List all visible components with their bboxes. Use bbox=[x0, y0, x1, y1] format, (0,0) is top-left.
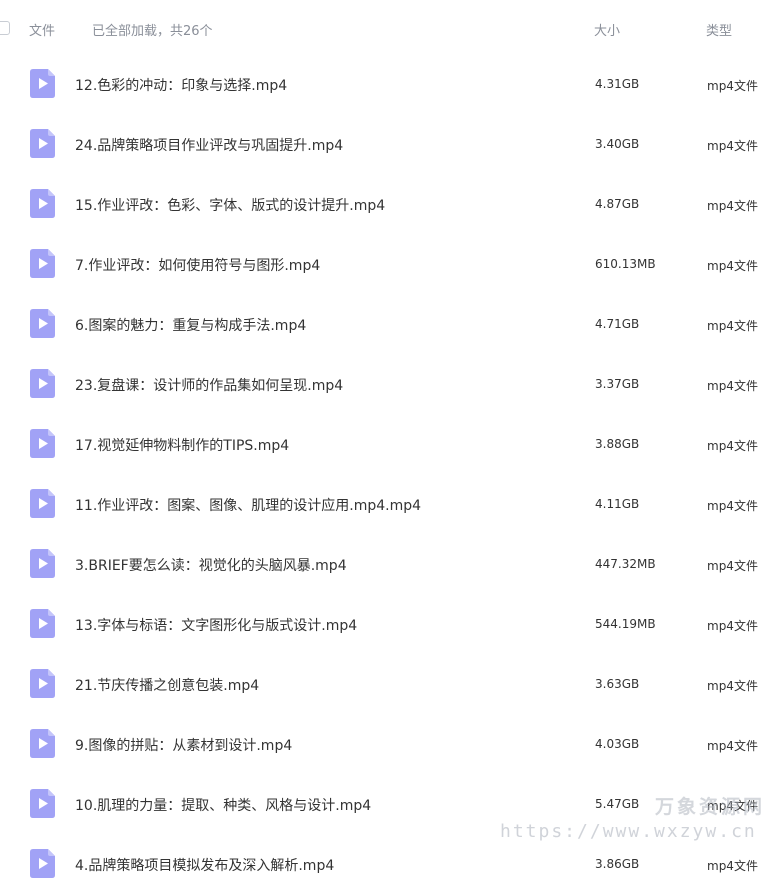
file-size: 3.88GB bbox=[595, 437, 640, 451]
file-row[interactable]: 3.BRIEF要怎么读：视觉化的头脑风暴.mp4 447.32MB mp4文件 bbox=[0, 534, 770, 594]
video-file-icon bbox=[30, 129, 55, 158]
column-header-size[interactable]: 大小 bbox=[594, 20, 620, 39]
file-name[interactable]: 24.品牌策略项目作业评改与巩固提升.mp4 bbox=[75, 135, 343, 155]
file-row[interactable]: 7.作业评改：如何使用符号与图形.mp4 610.13MB mp4文件 bbox=[0, 234, 770, 294]
file-name[interactable]: 13.字体与标语：文字图形化与版式设计.mp4 bbox=[75, 615, 357, 635]
video-file-icon bbox=[30, 789, 55, 818]
file-row[interactable]: 11.作业评改：图案、图像、肌理的设计应用.mp4.mp4 4.11GB mp4文件 bbox=[0, 474, 770, 534]
file-size: 4.71GB bbox=[595, 317, 640, 331]
file-name[interactable]: 17.视觉延伸物料制作的TIPS.mp4 bbox=[75, 435, 289, 455]
file-type: mp4文件 bbox=[707, 499, 758, 513]
file-size: 3.86GB bbox=[595, 857, 640, 871]
file-name[interactable]: 9.图像的拼贴：从素材到设计.mp4 bbox=[75, 735, 292, 755]
video-file-icon bbox=[30, 429, 55, 458]
file-name[interactable]: 3.BRIEF要怎么读：视觉化的头脑风暴.mp4 bbox=[75, 555, 347, 575]
video-file-icon bbox=[30, 249, 55, 278]
file-size: 610.13MB bbox=[595, 257, 656, 271]
file-row[interactable]: 21.节庆传播之创意包装.mp4 3.63GB mp4文件 bbox=[0, 654, 770, 714]
file-list-header: 文件 已全部加载，共26个 大小 类型 bbox=[0, 0, 770, 56]
file-type: mp4文件 bbox=[707, 739, 758, 753]
file-name[interactable]: 4.品牌策略项目模拟发布及深入解析.mp4 bbox=[75, 855, 334, 875]
file-name[interactable]: 7.作业评改：如何使用符号与图形.mp4 bbox=[75, 255, 320, 275]
file-size: 3.63GB bbox=[595, 677, 640, 691]
file-type: mp4文件 bbox=[707, 319, 758, 333]
video-file-icon bbox=[30, 729, 55, 758]
file-size: 3.37GB bbox=[595, 377, 640, 391]
column-header-file[interactable]: 文件 bbox=[29, 20, 55, 39]
file-row[interactable]: 17.视觉延伸物料制作的TIPS.mp4 3.88GB mp4文件 bbox=[0, 414, 770, 474]
file-list: 12.色彩的冲动：印象与选择.mp4 4.31GB mp4文件 24.品牌策略项目作业… bbox=[0, 54, 770, 894]
video-file-icon bbox=[30, 609, 55, 638]
file-row[interactable]: 12.色彩的冲动：印象与选择.mp4 4.31GB mp4文件 bbox=[0, 54, 770, 114]
file-row[interactable]: 6.图案的魅力：重复与构成手法.mp4 4.71GB mp4文件 bbox=[0, 294, 770, 354]
video-file-icon bbox=[30, 849, 55, 878]
file-row[interactable]: 10.肌理的力量：提取、种类、风格与设计.mp4 5.47GB mp4文件 bbox=[0, 774, 770, 834]
file-size: 3.40GB bbox=[595, 137, 640, 151]
load-status-text: 已全部加载，共26个 bbox=[92, 24, 213, 39]
file-type: mp4文件 bbox=[707, 439, 758, 453]
video-file-icon bbox=[30, 309, 55, 338]
file-name[interactable]: 6.图案的魅力：重复与构成手法.mp4 bbox=[75, 315, 306, 335]
file-type: mp4文件 bbox=[707, 259, 758, 273]
file-size: 544.19MB bbox=[595, 617, 656, 631]
file-size: 4.11GB bbox=[595, 497, 640, 511]
file-type: mp4文件 bbox=[707, 679, 758, 693]
file-name[interactable]: 10.肌理的力量：提取、种类、风格与设计.mp4 bbox=[75, 795, 371, 815]
file-type: mp4文件 bbox=[707, 79, 758, 93]
file-size: 4.31GB bbox=[595, 77, 640, 91]
file-name[interactable]: 15.作业评改：色彩、字体、版式的设计提升.mp4 bbox=[75, 195, 385, 215]
video-file-icon bbox=[30, 549, 55, 578]
file-name[interactable]: 11.作业评改：图案、图像、肌理的设计应用.mp4.mp4 bbox=[75, 495, 421, 515]
video-file-icon bbox=[30, 69, 55, 98]
video-file-icon bbox=[30, 369, 55, 398]
video-file-icon bbox=[30, 189, 55, 218]
file-row[interactable]: 24.品牌策略项目作业评改与巩固提升.mp4 3.40GB mp4文件 bbox=[0, 114, 770, 174]
video-file-icon bbox=[30, 489, 55, 518]
file-type: mp4文件 bbox=[707, 799, 758, 813]
file-row[interactable]: 4.品牌策略项目模拟发布及深入解析.mp4 3.86GB mp4文件 bbox=[0, 834, 770, 894]
file-type: mp4文件 bbox=[707, 379, 758, 393]
file-size: 5.47GB bbox=[595, 797, 640, 811]
file-size: 447.32MB bbox=[595, 557, 656, 571]
file-size: 4.03GB bbox=[595, 737, 640, 751]
file-type: mp4文件 bbox=[707, 619, 758, 633]
file-row[interactable]: 13.字体与标语：文字图形化与版式设计.mp4 544.19MB mp4文件 bbox=[0, 594, 770, 654]
file-type: mp4文件 bbox=[707, 859, 758, 873]
video-file-icon bbox=[30, 669, 55, 698]
file-name[interactable]: 12.色彩的冲动：印象与选择.mp4 bbox=[75, 75, 287, 95]
select-all-checkbox[interactable] bbox=[0, 21, 10, 35]
file-name[interactable]: 21.节庆传播之创意包装.mp4 bbox=[75, 675, 259, 695]
file-row[interactable]: 15.作业评改：色彩、字体、版式的设计提升.mp4 4.87GB mp4文件 bbox=[0, 174, 770, 234]
file-name[interactable]: 23.复盘课：设计师的作品集如何呈现.mp4 bbox=[75, 375, 343, 395]
file-row[interactable]: 23.复盘课：设计师的作品集如何呈现.mp4 3.37GB mp4文件 bbox=[0, 354, 770, 414]
column-header-type[interactable]: 类型 bbox=[706, 20, 732, 39]
file-type: mp4文件 bbox=[707, 559, 758, 573]
file-size: 4.87GB bbox=[595, 197, 640, 211]
file-type: mp4文件 bbox=[707, 199, 758, 213]
file-type: mp4文件 bbox=[707, 139, 758, 153]
file-row[interactable]: 9.图像的拼贴：从素材到设计.mp4 4.03GB mp4文件 bbox=[0, 714, 770, 774]
